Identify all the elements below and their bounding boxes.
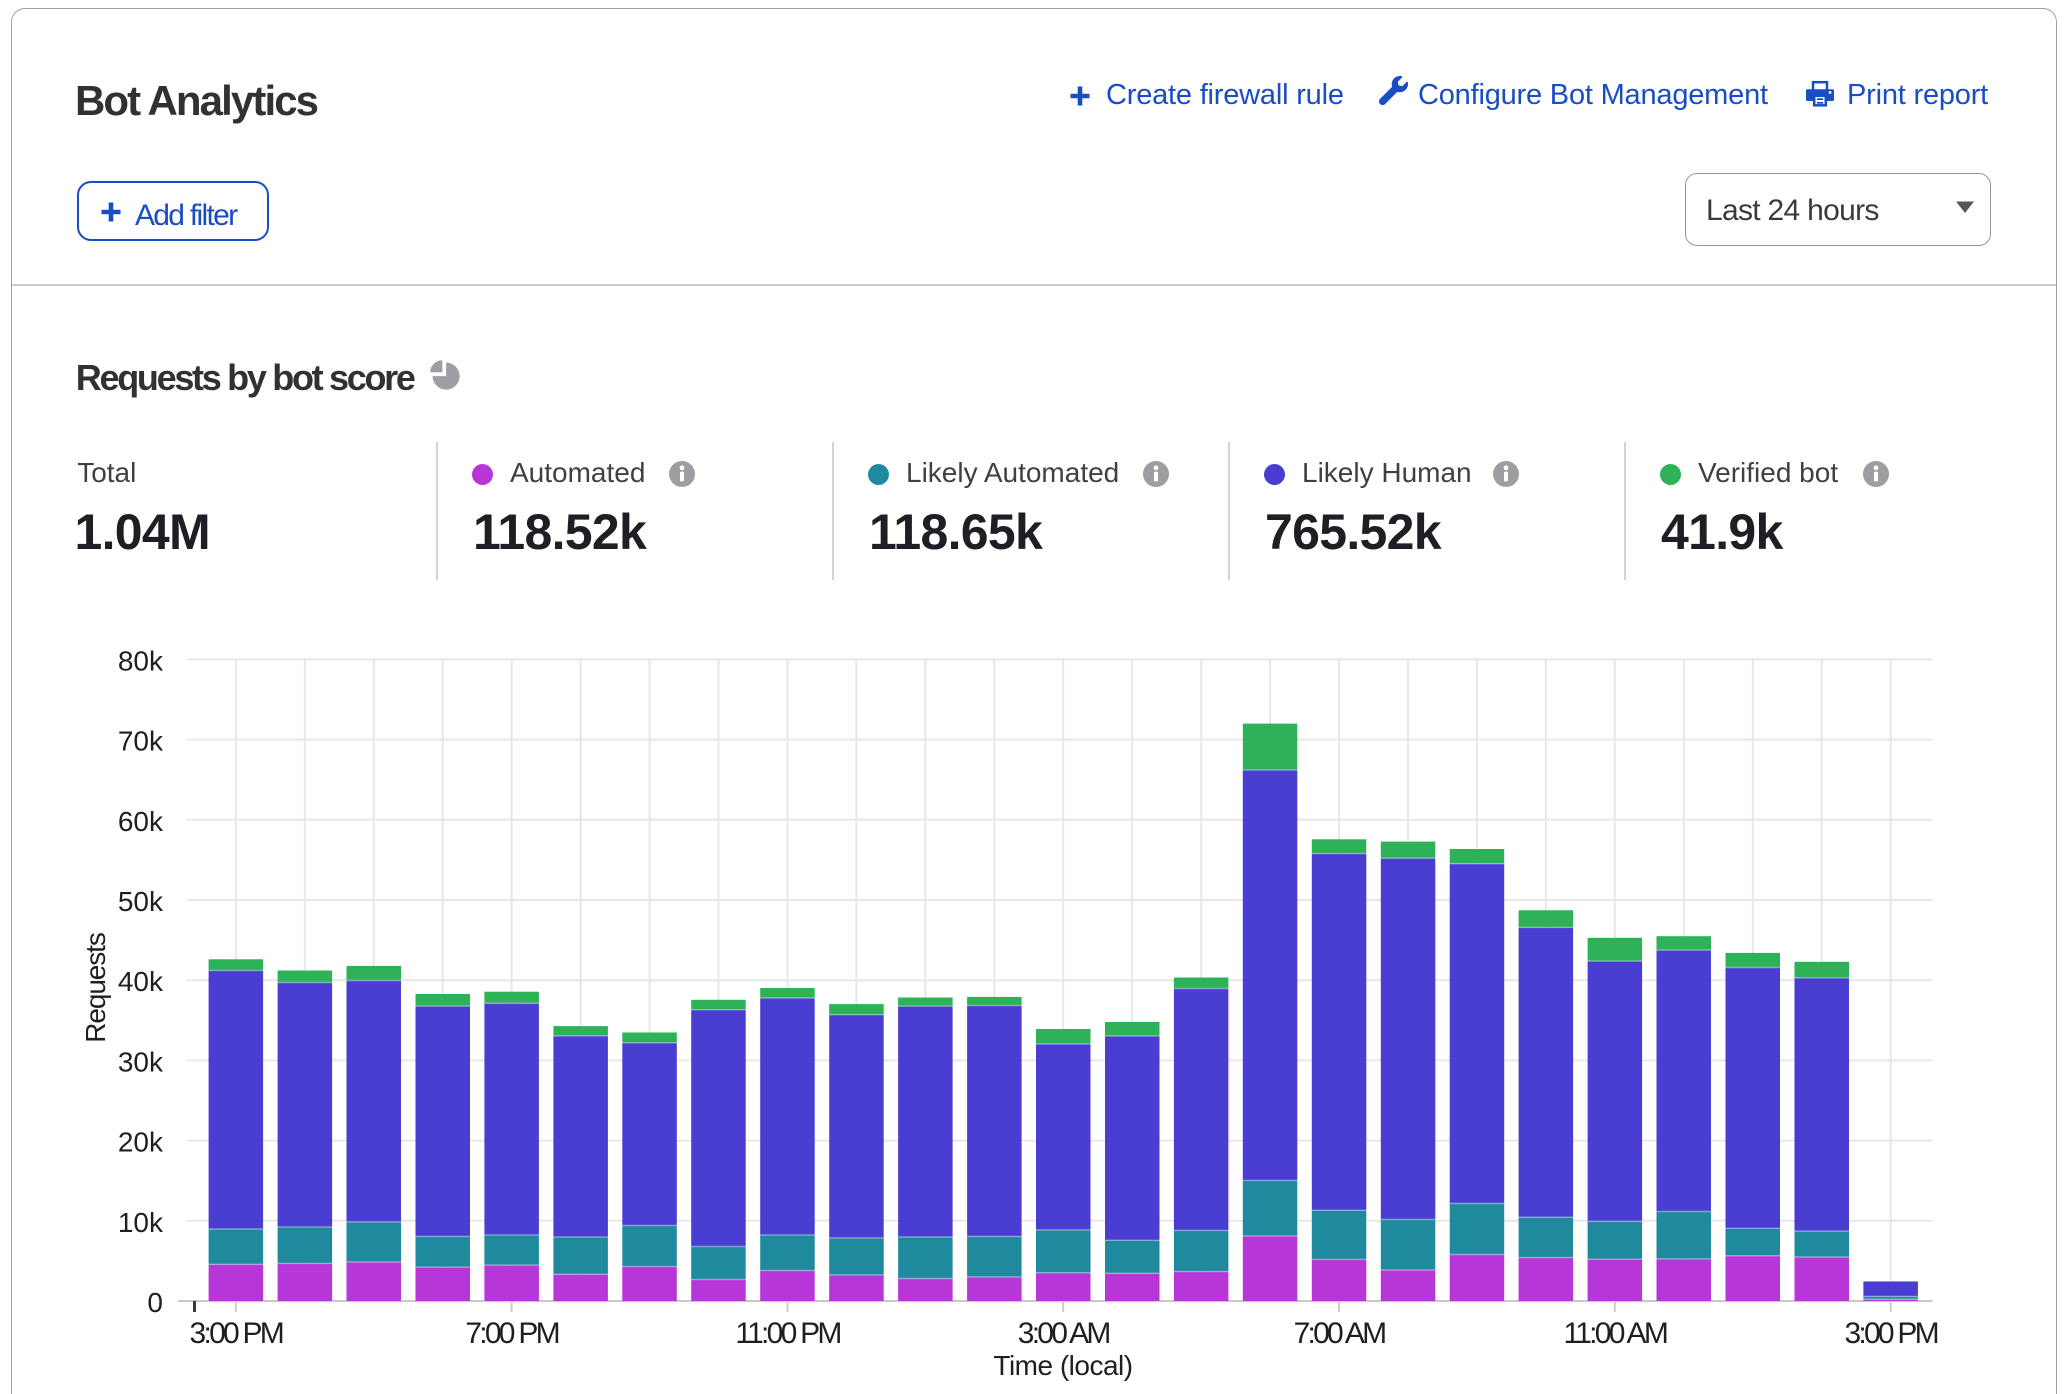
svg-text:40k: 40k — [118, 966, 164, 997]
svg-text:3:00 AM: 3:00 AM — [1018, 1317, 1110, 1350]
svg-text:11:00 AM: 11:00 AM — [1564, 1317, 1667, 1350]
svg-text:30k: 30k — [118, 1046, 164, 1077]
svg-text:11:00 PM: 11:00 PM — [735, 1317, 840, 1350]
svg-text:Time (local): Time (local) — [993, 1350, 1132, 1381]
svg-text:60k: 60k — [118, 806, 164, 837]
svg-text:7:00 AM: 7:00 AM — [1294, 1317, 1386, 1350]
svg-text:80k: 80k — [118, 645, 164, 676]
svg-text:Requests: Requests — [80, 933, 111, 1043]
svg-text:0: 0 — [147, 1287, 163, 1318]
svg-text:10k: 10k — [118, 1207, 164, 1238]
svg-text:3:00 PM: 3:00 PM — [190, 1317, 283, 1350]
svg-text:3:00 PM: 3:00 PM — [1844, 1317, 1937, 1350]
svg-text:7:00 PM: 7:00 PM — [465, 1317, 558, 1350]
svg-text:50k: 50k — [118, 886, 164, 917]
svg-text:70k: 70k — [118, 726, 164, 757]
svg-text:20k: 20k — [118, 1127, 164, 1158]
